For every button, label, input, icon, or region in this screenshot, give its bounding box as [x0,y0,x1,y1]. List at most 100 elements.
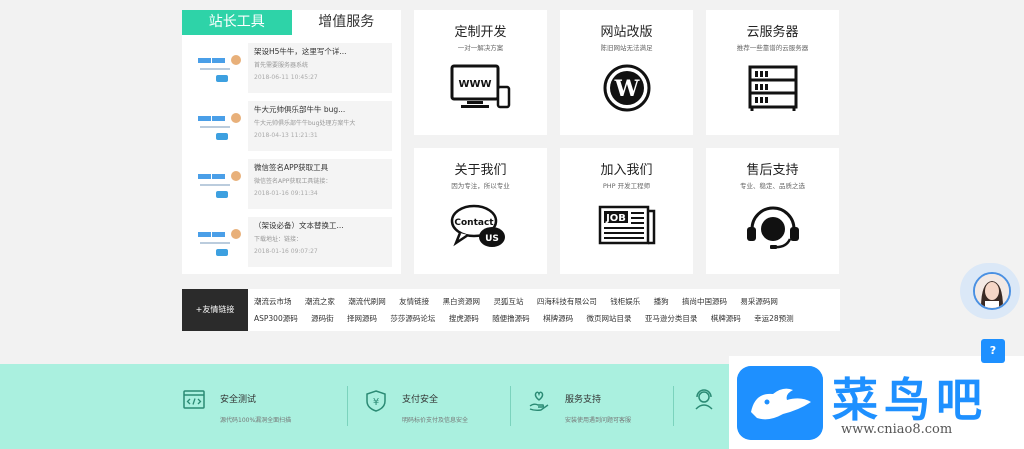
article-item[interactable]: 牛大元帅俱乐部牛牛 bug... 牛大元帅俱乐部牛牛bug处理方案牛大 2018… [192,101,392,151]
tab-value-added-services[interactable]: 增值服务 [291,10,401,35]
article-body: 微信签名APP获取工具 微信签名APP获取工具链接： 2018-01-16 09… [248,159,392,209]
service-subtitle: 陈旧网站无法满足 [600,44,653,52]
article-title[interactable]: 牛大元帅俱乐部牛牛 bug... [254,104,386,115]
logo-url: www.cniao8.com [841,422,953,437]
www-monitor-icon: WWW [450,64,511,109]
svg-text:JOB: JOB [605,213,626,224]
service-subtitle: 专业、稳定、品质之选 [740,182,805,190]
friend-link[interactable]: 友情链接 [399,293,429,310]
job-newspaper-icon: JOB [598,205,656,245]
article-title[interactable]: 微信签名APP获取工具 [254,162,386,173]
friend-link[interactable]: 莎莎源码论坛 [390,310,435,327]
article-title[interactable]: 架设H5牛牛，这里写个详... [254,46,386,57]
friend-link[interactable]: 四海科技有限公司 [537,293,597,310]
friend-link[interactable]: 搜虎源码 [449,310,479,327]
service-subtitle: PHP 开发工程师 [602,182,651,190]
feature-service-support: 服务支持 安装使用遇到问题可客服 [528,385,688,425]
friend-link[interactable]: 潮流代刷网 [348,293,386,310]
friend-link[interactable]: 微页网站目录 [586,310,631,327]
service-title: 云服务器 [746,25,799,40]
service-card-about-us[interactable]: 关于我们 因为专注，所以专业 Contact US [414,148,547,274]
service-title: 加入我们 [600,163,653,178]
article-date: 2018-04-13 11:21:31 [254,132,318,139]
feature-divider [510,386,511,426]
feature-divider [673,386,674,426]
feature-title: 支付安全 [402,395,439,405]
wordpress-icon: W [603,64,651,112]
agent-avatar-icon [975,274,1009,308]
article-item[interactable]: （架设必备）文本替换工... 下载地址：链接： 2018-01-16 09:07… [192,217,392,267]
logo-wordmark: 菜鸟吧 [832,373,988,427]
bird-logo-icon [737,366,823,440]
site-logo[interactable]: 菜鸟吧 www.cniao8.com [729,356,1024,449]
friend-links-bar: +友情链接 潮流云市场 潮流之家 潮流代刷网 友情链接 黑白资源网 灵狐互站 四… [182,289,840,331]
article-item[interactable]: 微信签名APP获取工具 微信签名APP获取工具链接： 2018-01-16 09… [192,159,392,209]
feature-title: 服务支持 [565,395,602,405]
service-title: 定制开发 [454,25,507,40]
svg-text:US: US [485,234,499,244]
heart-hand-icon [529,391,549,412]
svg-text:W: W [614,76,640,102]
friend-link[interactable]: 播狗 [654,293,669,310]
friend-link[interactable]: ASP300源码 [254,310,298,327]
article-excerpt: 下载地址：链接： [254,236,303,243]
article-thumbnail [196,106,248,146]
tab-webmaster-tools[interactable]: 站长工具 [182,10,292,35]
service-subtitle: 推荐一些靠谱的云服务器 [736,44,809,52]
svg-text:Contact: Contact [454,218,494,228]
feature-title: 安全测试 [220,395,257,405]
friend-link[interactable]: 幸运28预测 [754,310,794,327]
support-agent-icon [695,389,713,410]
friend-link[interactable]: 易采源码网 [740,293,778,310]
article-title[interactable]: （架设必备）文本替换工... [254,220,386,231]
code-window-icon [183,390,205,409]
friend-link[interactable]: 棋牌源码 [711,310,741,327]
shield-yen-icon: ¥ [366,390,386,412]
friend-link[interactable]: 灵狐互站 [493,293,523,310]
customer-service-avatar[interactable] [960,263,1020,319]
feature-subtitle: 明码标价支付及信息安全 [402,417,469,424]
server-rack-icon [748,65,798,111]
service-card-join-us[interactable]: 加入我们 PHP 开发工程师 JOB [560,148,693,274]
feature-security-test: 安全测试 源代码100%漏洞全面扫描 [183,385,343,425]
article-thumbnail [196,48,248,88]
article-body: 架设H5牛牛，这里写个详... 首先需要服务器系统 2018-06-11 10:… [248,43,392,93]
help-button[interactable]: ? [981,339,1005,363]
article-thumbnail [196,164,248,204]
contact-us-icon: Contact US [450,204,505,247]
article-excerpt: 微信签名APP获取工具链接： [254,178,332,185]
friend-link[interactable]: 源码街 [311,310,334,327]
friend-link[interactable]: 亚马逊分类目录 [645,310,698,327]
friend-link[interactable]: 棋牌源码 [543,310,573,327]
feature-subtitle: 安装使用遇到问题可客服 [565,417,632,424]
friend-link[interactable]: 潮流之家 [305,293,335,310]
friend-link[interactable]: 择网源码 [347,310,377,327]
friend-links-label: +友情链接 [182,289,248,331]
service-card-redesign[interactable]: 网站改版 陈旧网站无法满足 W [560,10,693,135]
article-date: 2018-01-16 09:11:34 [254,190,318,197]
feature-divider [347,386,348,426]
svg-text:WWW: WWW [458,79,491,90]
service-card-after-sales[interactable]: 售后支持 专业、稳定、品质之选 [706,148,839,274]
article-date: 2018-06-11 10:45:27 [254,74,318,81]
feature-payment-security: ¥ 支付安全 明码标价支付及信息安全 [365,385,525,425]
headset-icon [747,206,799,249]
friend-link[interactable]: 随便撸源码 [492,310,530,327]
service-title: 售后支持 [746,163,799,178]
article-item[interactable]: 架设H5牛牛，这里写个详... 首先需要服务器系统 2018-06-11 10:… [192,43,392,93]
article-body: 牛大元帅俱乐部牛牛 bug... 牛大元帅俱乐部牛牛bug处理方案牛大 2018… [248,101,392,151]
article-body: （架设必备）文本替换工... 下载地址：链接： 2018-01-16 09:07… [248,217,392,267]
service-card-custom-dev[interactable]: 定制开发 一对一解决方案 WWW [414,10,547,135]
service-title: 网站改版 [600,25,653,40]
service-subtitle: 因为专注，所以专业 [451,182,510,190]
friend-link[interactable]: 钱柜娱乐 [610,293,640,310]
service-card-cloud-server[interactable]: 云服务器 推荐一些靠谱的云服务器 [706,10,839,135]
panel-tabs: 站长工具 增值服务 [182,10,401,35]
friend-link[interactable]: 黑白资源网 [443,293,481,310]
tools-panel: 站长工具 增值服务 架设H5牛牛，这里写个详... 首先需要服务器系统 2018… [182,10,401,274]
friend-link[interactable]: 潮流云市场 [254,293,292,310]
feature-subtitle: 源代码100%漏洞全面扫描 [220,417,292,424]
friend-link[interactable]: 搞尚中国源码 [682,293,727,310]
friend-links-list: 潮流云市场 潮流之家 潮流代刷网 友情链接 黑白资源网 灵狐互站 四海科技有限公… [254,293,840,327]
article-excerpt: 牛大元帅俱乐部牛牛bug处理方案牛大 [254,120,356,127]
